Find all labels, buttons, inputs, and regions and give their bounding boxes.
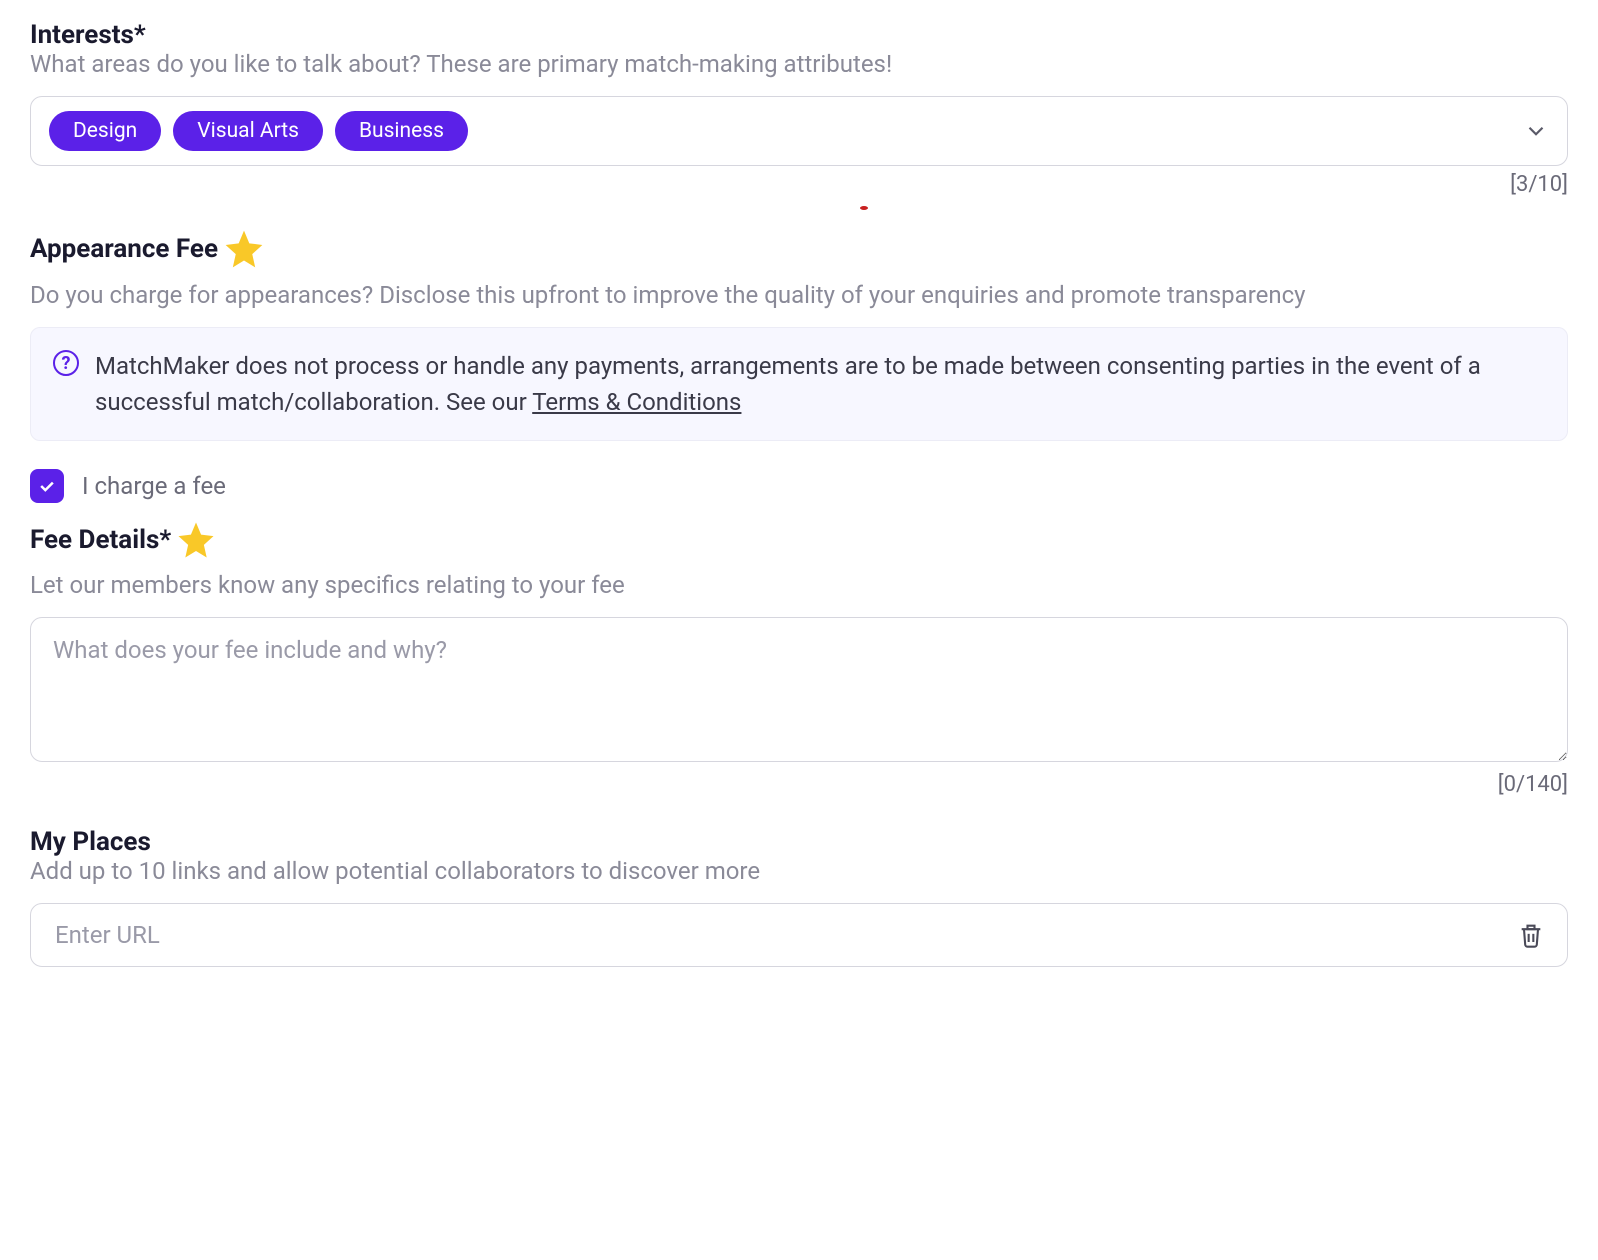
info-text-prefix: MatchMaker does not process or handle an…	[95, 352, 1481, 416]
red-dot	[860, 206, 868, 210]
appearance-fee-title: Appearance Fee	[30, 234, 218, 264]
info-box: ? MatchMaker does not process or handle …	[30, 327, 1568, 441]
my-places-subtitle: Add up to 10 links and allow potential c…	[30, 857, 1568, 885]
charge-fee-row: I charge a fee	[30, 469, 1568, 503]
terms-link[interactable]: Terms & Conditions	[532, 388, 741, 416]
check-icon	[37, 476, 57, 496]
star-icon	[222, 227, 266, 271]
star-icon	[175, 519, 217, 561]
interests-counter: [3/10]	[30, 172, 1568, 197]
trash-icon[interactable]	[1517, 921, 1545, 949]
my-places-section: My Places Add up to 10 links and allow p…	[30, 827, 1568, 967]
interest-tag[interactable]: Design	[49, 111, 161, 151]
chevron-down-icon[interactable]	[1523, 118, 1549, 144]
appearance-fee-section: Appearance Fee Do you charge for appeara…	[30, 227, 1568, 797]
interest-tag[interactable]: Visual Arts	[173, 111, 323, 151]
interests-tag-input[interactable]: Design Visual Arts Business	[30, 96, 1568, 166]
info-text: MatchMaker does not process or handle an…	[95, 348, 1545, 420]
interests-subtitle: What areas do you like to talk about? Th…	[30, 50, 1568, 78]
question-icon: ?	[53, 350, 79, 376]
my-places-title: My Places	[30, 827, 1568, 857]
fee-details-counter: [0/140]	[30, 772, 1568, 797]
appearance-fee-subtitle: Do you charge for appearances? Disclose …	[30, 281, 1568, 309]
interests-title: Interests*	[30, 20, 1568, 50]
interests-section: Interests* What areas do you like to tal…	[30, 20, 1568, 197]
url-input-row	[30, 903, 1568, 967]
fee-details-textarea[interactable]	[30, 617, 1568, 762]
charge-fee-checkbox[interactable]	[30, 469, 64, 503]
charge-fee-label: I charge a fee	[82, 472, 226, 500]
fee-details-subtitle: Let our members know any specifics relat…	[30, 571, 1568, 599]
fee-details-title: Fee Details*	[30, 525, 171, 555]
url-input[interactable]	[53, 920, 1505, 950]
interest-tag[interactable]: Business	[335, 111, 468, 151]
